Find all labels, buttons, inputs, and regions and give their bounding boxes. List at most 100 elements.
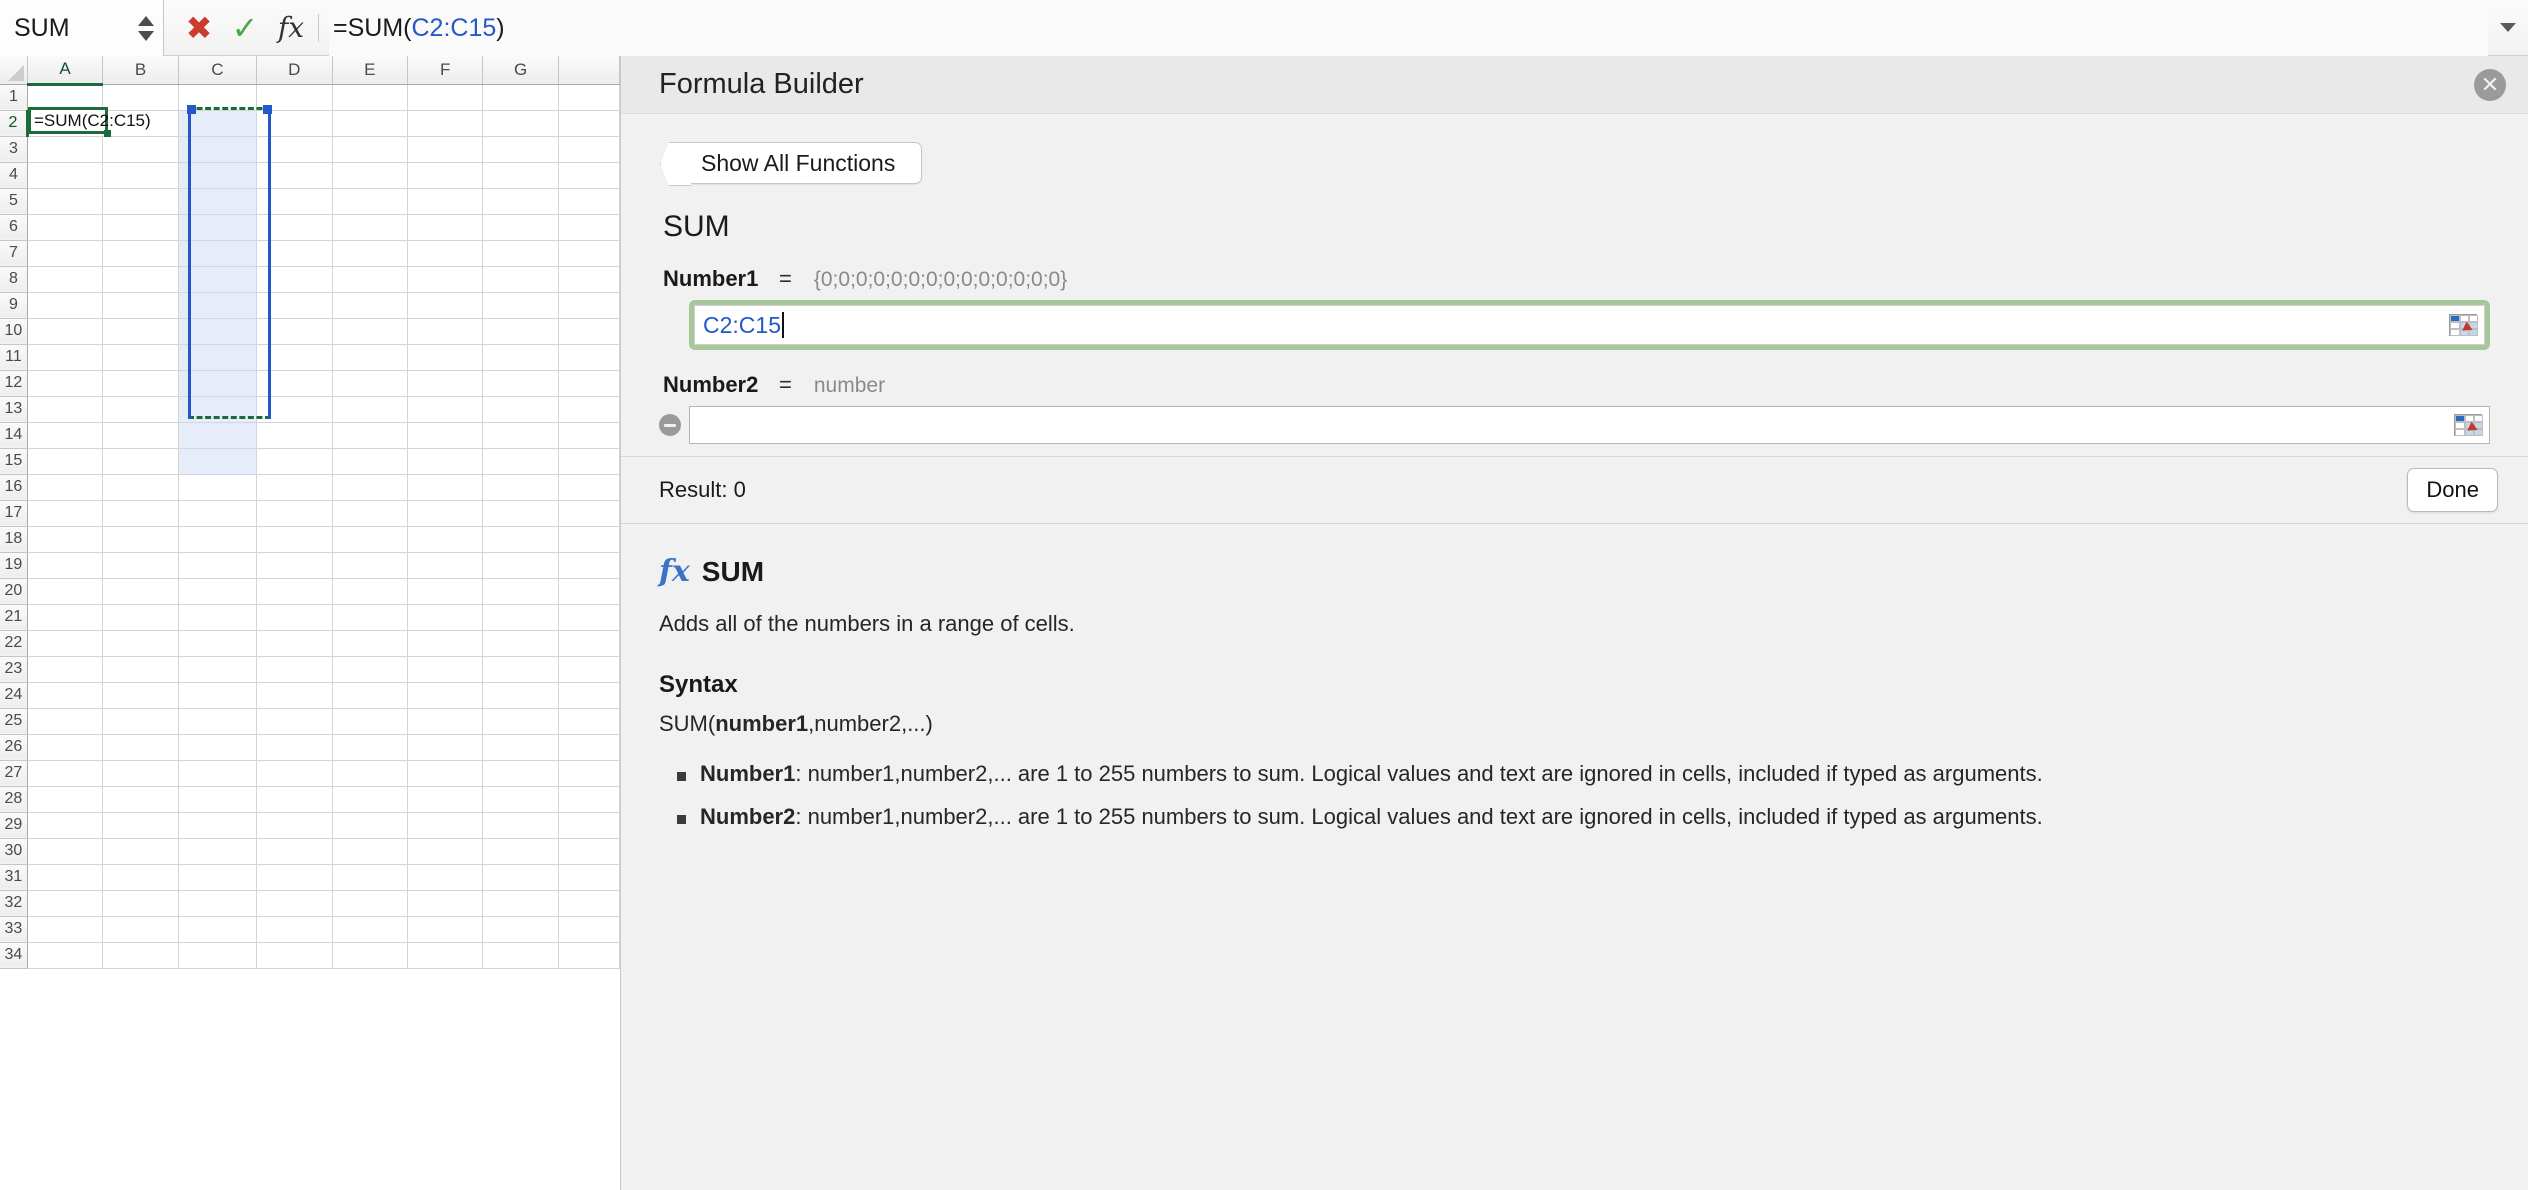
cell-B18[interactable]: [102, 526, 179, 553]
cell-D20[interactable]: [256, 578, 333, 605]
cell-C17[interactable]: [178, 500, 258, 527]
row-header-30[interactable]: 30: [0, 838, 28, 865]
cell-B1[interactable]: [102, 84, 179, 111]
cell-partial-27[interactable]: [558, 760, 620, 787]
cell-C21[interactable]: [178, 604, 258, 631]
cell-partial-5[interactable]: [558, 188, 620, 215]
cell-partial-12[interactable]: [558, 370, 620, 397]
row-header-29[interactable]: 29: [0, 812, 28, 839]
cell-E28[interactable]: [332, 786, 408, 813]
cell-C11[interactable]: [178, 344, 258, 371]
row-header-22[interactable]: 22: [0, 630, 28, 657]
cell-G21[interactable]: [482, 604, 559, 631]
cell-F7[interactable]: [407, 240, 484, 267]
cell-A3[interactable]: [27, 136, 104, 163]
cell-A12[interactable]: [27, 370, 104, 397]
name-box-spinner[interactable]: [137, 15, 155, 41]
cell-partial-20[interactable]: [558, 578, 620, 605]
cell-G4[interactable]: [482, 162, 559, 189]
cell-A11[interactable]: [27, 344, 104, 371]
cell-partial-19[interactable]: [558, 552, 620, 579]
cell-B25[interactable]: [102, 708, 179, 735]
cell-D10[interactable]: [256, 318, 333, 345]
cell-D19[interactable]: [256, 552, 333, 579]
cell-G22[interactable]: [482, 630, 559, 657]
cell-A31[interactable]: [27, 864, 104, 891]
cell-partial-34[interactable]: [558, 942, 620, 969]
cell-C2[interactable]: [178, 110, 258, 137]
row-header-32[interactable]: 32: [0, 890, 28, 917]
cell-C10[interactable]: [178, 318, 258, 345]
row-header-7[interactable]: 7: [0, 240, 28, 267]
cell-E32[interactable]: [332, 890, 408, 917]
cell-C20[interactable]: [178, 578, 258, 605]
cell-G10[interactable]: [482, 318, 559, 345]
cell-B6[interactable]: [102, 214, 179, 241]
cell-D16[interactable]: [256, 474, 333, 501]
cell-C26[interactable]: [178, 734, 258, 761]
cell-D9[interactable]: [256, 292, 333, 319]
cell-F6[interactable]: [407, 214, 484, 241]
range-picker-icon[interactable]: [2449, 314, 2478, 336]
close-icon[interactable]: ✕: [2474, 68, 2506, 101]
cell-B12[interactable]: [102, 370, 179, 397]
cell-G11[interactable]: [482, 344, 559, 371]
cell-E9[interactable]: [332, 292, 408, 319]
cell-C12[interactable]: [178, 370, 258, 397]
column-header-g[interactable]: G: [482, 56, 559, 85]
row-header-18[interactable]: 18: [0, 526, 28, 553]
cell-D15[interactable]: [256, 448, 333, 475]
cell-partial-31[interactable]: [558, 864, 620, 891]
done-button[interactable]: Done: [2407, 468, 2498, 512]
cell-A15[interactable]: [27, 448, 104, 475]
cell-G17[interactable]: [482, 500, 559, 527]
cell-C33[interactable]: [178, 916, 258, 943]
cell-partial-10[interactable]: [558, 318, 620, 345]
cell-C13[interactable]: [178, 396, 258, 423]
cell-G20[interactable]: [482, 578, 559, 605]
cell-A17[interactable]: [27, 500, 104, 527]
cell-F18[interactable]: [407, 526, 484, 553]
cell-F20[interactable]: [407, 578, 484, 605]
cell-D1[interactable]: [256, 84, 333, 111]
cell-E21[interactable]: [332, 604, 408, 631]
cell-G9[interactable]: [482, 292, 559, 319]
cell-C5[interactable]: [178, 188, 258, 215]
cell-partial-11[interactable]: [558, 344, 620, 371]
cell-B28[interactable]: [102, 786, 179, 813]
cell-B29[interactable]: [102, 812, 179, 839]
cell-A22[interactable]: [27, 630, 104, 657]
cell-A27[interactable]: [27, 760, 104, 787]
cell-F16[interactable]: [407, 474, 484, 501]
cell-partial-17[interactable]: [558, 500, 620, 527]
cell-E34[interactable]: [332, 942, 408, 969]
active-cell-editor[interactable]: =SUM(C2:C15): [28, 107, 151, 134]
row-header-34[interactable]: 34: [0, 942, 28, 969]
cell-B10[interactable]: [102, 318, 179, 345]
row-header-10[interactable]: 10: [0, 318, 28, 345]
cell-D30[interactable]: [256, 838, 333, 865]
cell-G1[interactable]: [482, 84, 559, 111]
cell-D34[interactable]: [256, 942, 333, 969]
cell-E1[interactable]: [332, 84, 408, 111]
cell-B34[interactable]: [102, 942, 179, 969]
cell-E31[interactable]: [332, 864, 408, 891]
range-picker-icon[interactable]: [2454, 414, 2483, 436]
cell-A34[interactable]: [27, 942, 104, 969]
cell-E20[interactable]: [332, 578, 408, 605]
show-all-functions-button[interactable]: Show All Functions: [681, 142, 923, 184]
cell-G14[interactable]: [482, 422, 559, 449]
cell-partial-4[interactable]: [558, 162, 620, 189]
cell-A25[interactable]: [27, 708, 104, 735]
cell-partial-9[interactable]: [558, 292, 620, 319]
cell-E18[interactable]: [332, 526, 408, 553]
cell-E24[interactable]: [332, 682, 408, 709]
cell-G19[interactable]: [482, 552, 559, 579]
cell-partial-13[interactable]: [558, 396, 620, 423]
cell-F10[interactable]: [407, 318, 484, 345]
spinner-down-icon[interactable]: [138, 30, 154, 41]
cell-F3[interactable]: [407, 136, 484, 163]
cell-F15[interactable]: [407, 448, 484, 475]
cell-E12[interactable]: [332, 370, 408, 397]
row-header-11[interactable]: 11: [0, 344, 28, 371]
